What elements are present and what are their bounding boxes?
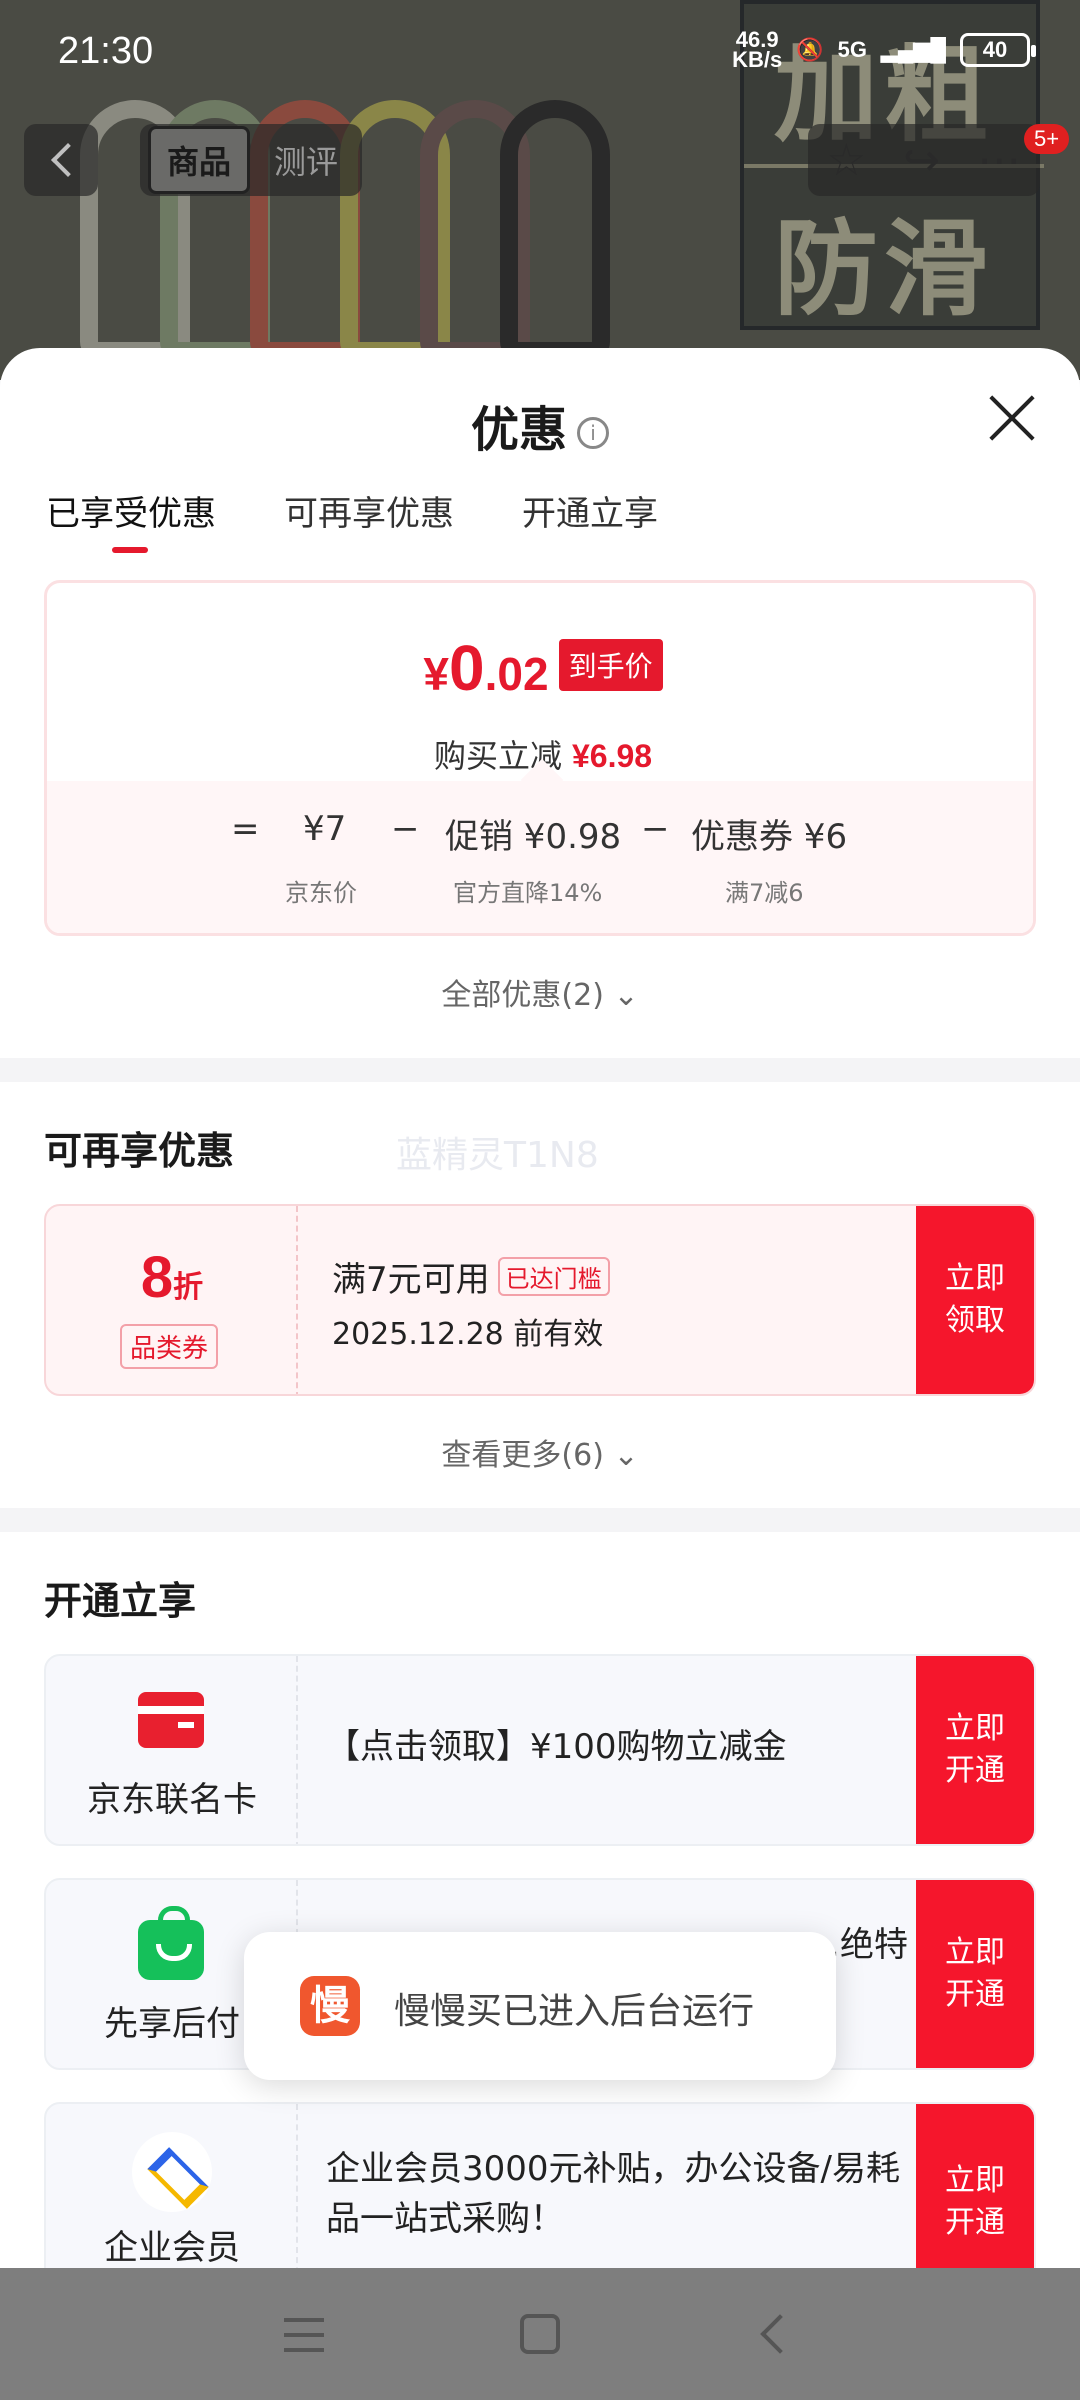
tab-activate[interactable]: 开通立享 [522,486,658,553]
activate-title: 开通立享 [44,1579,197,1623]
section-divider [0,1508,1080,1532]
service-jd-card: 京东联名卡 【点击领取】¥100购物立减金 立即 开通 [44,1654,1036,1846]
final-price-tag: 到手价 [558,639,663,691]
activate-button[interactable]: 立即 开通 [916,1656,1034,1844]
minus-sign: − [641,809,670,849]
credit-card-icon [138,1692,204,1748]
promo-discount-label: 官方直降14% [453,879,603,907]
chevron-down-icon: ⌄ [613,978,639,1013]
banner-line-2: 防滑 [774,208,995,330]
all-discounts-link[interactable]: 全部优惠(2) ⌄ [0,970,1080,1014]
coupon-discount-label: 满7减6 [725,879,804,907]
mute-icon: 🔕 [796,37,824,62]
status-bar: 21:30 46.9 KB/s 🔕 5G ▂▄▆█ 40 [0,0,1080,100]
service-description: 【点击领取】¥100购物立减金 [326,1727,787,1767]
claim-coupon-button[interactable]: 立即 领取 [916,1206,1034,1394]
coupon-discount: 优惠券 ¥6 [691,817,848,857]
coupon-kind: 品类券 [120,1324,219,1369]
watermark: 蓝精灵T1N8 [396,1135,599,1176]
info-icon[interactable]: i [577,417,609,449]
base-price-label: 京东价 [285,879,357,907]
tab-enjoyed[interactable]: 已享受优惠 [46,486,216,553]
service-description: 企业会员3000元补贴，办公设备/易耗品一站式采购！ [326,2149,900,2239]
promo-discount: 促销 ¥0.98 [445,817,622,857]
coupon-value: 8折 品类券 [46,1206,298,1394]
service-name: 京东联名卡 [87,1780,257,1820]
discount-tabs: 已享受优惠 可再享优惠 开通立享 [46,486,658,553]
equals-sign: = [231,809,260,849]
status-indicators: 46.9 KB/s 🔕 5G ▂▄▆█ 40 [732,27,1036,72]
network-speed: 46.9 KB/s [732,27,783,72]
recent-apps-icon[interactable] [284,2318,324,2352]
coupon-condition: 满7元可用 [332,1260,490,1300]
sheet-title: 优惠 i [0,390,1080,460]
product-hooks-image [70,60,630,380]
final-price-card: ¥0.02 到手价 购买立减 ¥6.98 = ¥7 京东价 − 促销 ¥0.98 官… [44,580,1036,936]
diamond-icon [132,2132,212,2212]
share-icon[interactable]: ↪ [903,135,940,186]
status-time: 21:30 [58,30,154,72]
close-button[interactable] [982,390,1038,446]
message-badge: 5+ [1024,124,1070,154]
background-toast: 慢 慢慢买已进入后台运行 [244,1932,836,2080]
tab-more-available[interactable]: 可再享优惠 [284,486,454,553]
home-icon[interactable] [520,2314,560,2354]
tab-review[interactable]: 测评 [258,129,354,191]
chevron-down-icon: ⌄ [613,1438,639,1473]
product-tabs: 商品 测评 [140,124,363,196]
price-breakdown: = ¥7 京东价 − 促销 ¥0.98 官方直降14% − 优惠券 ¥6 满7减… [47,781,1033,933]
tab-product[interactable]: 商品 [148,126,251,194]
activate-button[interactable]: 立即 开通 [916,1880,1034,2068]
back-button[interactable] [24,124,98,196]
star-icon[interactable]: ☆ [827,135,866,186]
minus-sign: − [391,809,420,849]
back-icon[interactable] [760,2314,800,2354]
more-discounts-title: 可再享优惠 [44,1129,235,1173]
coupon-details: 满7元可用 已达门槛 2025.12.28 前有效 [332,1252,610,1353]
service-name: 企业会员 [104,2228,240,2268]
coupon-expiry: 2025.12.28 前有效 [332,1317,604,1352]
final-price: ¥0.02 到手价 [47,631,1033,705]
nav-actions: ☆ ↪ ⋯ [808,124,1040,196]
network-type: 5G [837,37,867,62]
category-coupon: 8折 品类券 满7元可用 已达门槛 2025.12.28 前有效 立即 领取 [44,1204,1036,1396]
more-icon[interactable]: ⋯ [977,135,1021,186]
system-nav-bar [0,2268,1080,2400]
threshold-reached-badge: 已达门槛 [497,1257,610,1296]
base-price: ¥7 [303,809,347,849]
toast-message: 慢慢买已进入后台运行 [394,1991,755,2032]
signal-icon: ▂▄▆█ [880,37,946,62]
section-divider [0,1058,1080,1082]
app-icon: 慢 [300,1976,360,2036]
battery-icon: 40 [960,33,1036,67]
product-nav-bar: 商品 测评 ☆ ↪ ⋯ [0,120,1080,204]
shopping-bag-icon [138,1906,204,1980]
view-more-link[interactable]: 查看更多(6) ⌄ [0,1430,1080,1474]
